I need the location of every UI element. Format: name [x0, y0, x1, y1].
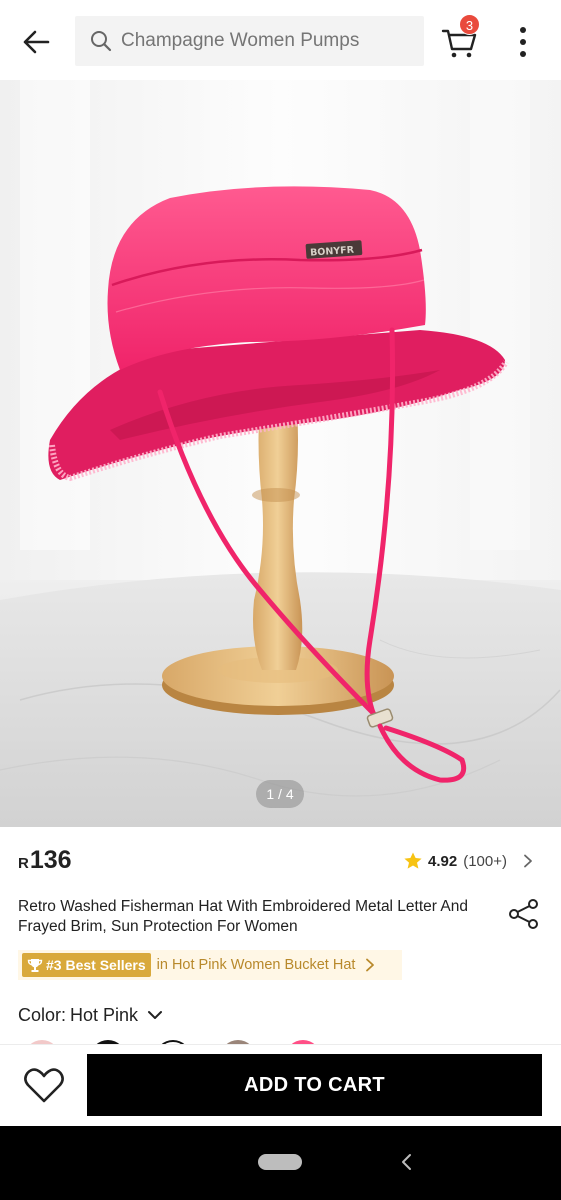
search-input[interactable]	[121, 16, 411, 66]
rating-count: (100+)	[463, 852, 507, 870]
system-back-icon[interactable]	[398, 1152, 416, 1172]
cart-count-badge: 3	[459, 14, 480, 35]
heart-icon[interactable]	[22, 1065, 66, 1107]
chevron-right-icon	[524, 854, 532, 868]
top-bar: 3	[0, 0, 561, 80]
product-photo: BONYFR	[0, 80, 561, 827]
bestseller-category: in Hot Pink Women Bucket Hat	[156, 957, 356, 973]
color-selector[interactable]: Color: Hot Pink	[18, 1002, 164, 1028]
trophy-icon	[27, 959, 43, 972]
search-icon	[91, 31, 112, 52]
system-navigation-bar	[0, 1126, 561, 1200]
product-title: Retro Washed Fisherman Hat With Embroide…	[18, 898, 468, 935]
image-pager: 1 / 4	[256, 780, 304, 808]
price-currency: R	[18, 855, 29, 872]
star-icon	[404, 852, 422, 869]
price: R 136	[18, 846, 72, 880]
home-gesture-pill[interactable]	[258, 1154, 302, 1170]
color-label: Color:	[18, 1004, 67, 1025]
chevron-right-icon	[366, 958, 375, 972]
product-image-gallery[interactable]: BONYFR 1 / 4	[0, 80, 561, 827]
back-arrow-icon[interactable]	[18, 24, 54, 60]
chevron-down-icon	[148, 1011, 163, 1019]
bestseller-badge: #3 Best Sellers	[22, 953, 151, 977]
bottom-action-bar: ADD TO CART	[0, 1044, 561, 1126]
bestseller-rank: #3 Best Sellers	[46, 957, 146, 973]
rating-value: 4.92	[428, 852, 458, 870]
color-value: Hot Pink	[70, 1004, 139, 1025]
share-icon[interactable]	[506, 896, 542, 932]
search-bar[interactable]	[75, 16, 424, 66]
bestseller-banner[interactable]: #3 Best Sellers in Hot Pink Women Bucket…	[18, 950, 402, 980]
add-to-cart-button[interactable]: ADD TO CART	[87, 1054, 542, 1116]
rating-summary[interactable]: 4.92 (100+)	[403, 850, 535, 872]
price-amount: 136	[29, 846, 72, 874]
more-options-icon[interactable]	[510, 22, 536, 62]
